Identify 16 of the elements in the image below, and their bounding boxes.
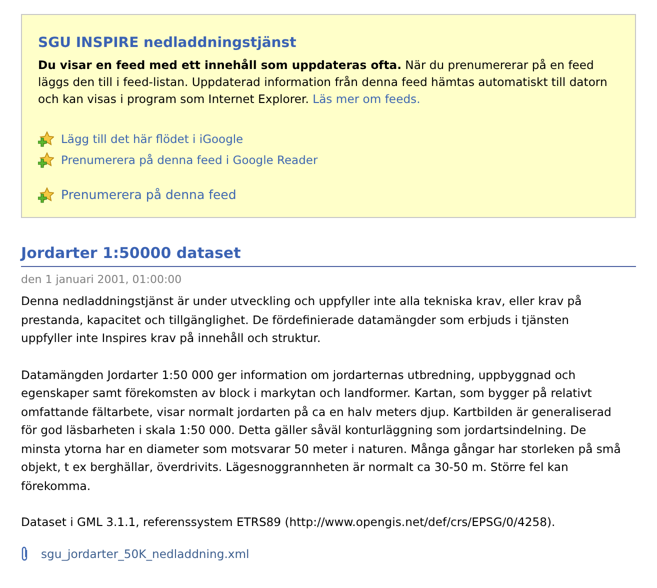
star-plus-icon <box>38 130 54 146</box>
star-plus-icon <box>38 186 54 202</box>
subscribe-link[interactable]: Lägg till det här flödet i iGoogle <box>61 132 244 146</box>
star-plus-icon <box>38 152 54 168</box>
read-more-link[interactable]: Läs mer om feeds. <box>312 92 420 106</box>
entry-date: den 1 januari 2001, 01:00:00 <box>21 273 183 286</box>
attachment-link[interactable]: sgu_jordarter_50K_nedladdning.xml <box>41 546 250 560</box>
paperclip-icon <box>21 546 29 562</box>
entry-paragraph: Denna nedladdningstjänst är under utveckling och uppfyller inte alla tekniska krav, eller krav på prestanda, kapacitet och tillgänglighet. De fördefinierade datamängder som erbjuds i tjänsten uppfyller inte Inspires krav på innehåll och struktur. <box>21 293 583 347</box>
intro-text: Du visar en feed med ett innehåll som uppdateras ofta. När du prenumererar på en feed läggs den till i feed-listan. Uppdaterad information från denna feed hämtas automatiskt till datorn och kan visas i program som Internet Explorer. Läs mer om feeds. <box>38 57 608 108</box>
feed-title: SGU INSPIRE nedladdningstjänst <box>38 35 298 51</box>
entry-paragraph: Datamängden Jordarter 1:50 000 ger information om jordarternas utbredning, uppbyggnad och egenskaper samt förekomsten av block i markytan och landformer. Kartan, som bygger på relativt omfattande fältarbete, visar normalt jordarten på ca en halv meters djup. Kartbilden är generaliserad för god läsbarheten i skala 1:50 000. Detta gäller såväl konturläggning som jordartsindelning. De minsta ytorna har en diameter som motsvarar 50 meter i naturen. Många gångar har storleken på små objekt, t ex berghällar, överdrivits. Lägesnoggrannheten är normalt ca 30-50 m. Större fel kan förekomma. <box>21 366 621 494</box>
entry-title: Jordarter 1:50000 dataset <box>21 244 636 267</box>
subscribe-link[interactable]: Prenumerera på denna feed <box>61 187 236 202</box>
subscribe-link[interactable]: Prenumerera på denna feed i Google Reader <box>61 152 318 166</box>
entry-paragraph: Dataset i GML 3.1.1, referenssystem ETRS89 (http://www.opengis.net/def/crs/EPSG/0/4258). <box>21 514 556 531</box>
